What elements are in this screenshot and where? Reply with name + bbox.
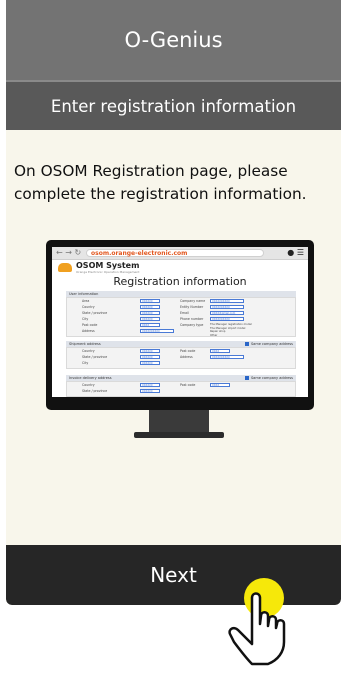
osom-logo	[58, 263, 72, 272]
form-field-value: XXXXXX	[140, 355, 160, 359]
menu-icon: ● ☰	[287, 248, 304, 257]
form-field-value: XXXXXXXXXX	[210, 317, 244, 321]
form-field-label: City	[82, 361, 89, 365]
brand-subtitle: Orange Electronic Operation Management	[76, 270, 140, 274]
next-button-label: Next	[150, 563, 197, 587]
monitor-base	[134, 432, 224, 438]
form-field-value: XXXXXX	[140, 389, 160, 393]
form-field-label: Post code	[180, 349, 196, 353]
form-field-label: Phone number	[180, 317, 204, 321]
form-field-value: XXXXXX	[140, 361, 160, 365]
form-field-label: State / province	[82, 389, 108, 393]
form-field-label: Post code	[82, 323, 98, 327]
form-field-label: Entity Number	[180, 305, 204, 309]
registration-title: Registration information	[113, 275, 247, 288]
form-field-label: Address	[180, 355, 193, 359]
form-field-value: XXXX	[140, 323, 160, 327]
form-field-value: XXXXXX	[140, 317, 160, 321]
form-field-label: City	[82, 317, 89, 321]
form-field-value: XXXX	[210, 349, 230, 353]
brand-name: OSOM System	[76, 261, 140, 270]
step-title: Enter registration information	[50, 96, 297, 116]
monitor-screen: ← → ↻ osom.orange-electronic.com ● ☰ OSO…	[52, 247, 308, 397]
instruction-text: On OSOM Registration page, please comple…	[14, 162, 307, 203]
form-field-label: Email	[180, 311, 189, 315]
pointing-hand-icon	[228, 592, 286, 666]
form-field-value: XXXXXXXXXX	[210, 305, 244, 309]
form-field-value: XXXX	[210, 383, 230, 387]
company-type-option: Other	[210, 333, 218, 337]
form-field-value: XXXXXX	[140, 311, 160, 315]
url-field: osom.orange-electronic.com	[86, 249, 264, 257]
form-field-label: Company type	[180, 323, 204, 327]
form-field-label: Post code	[180, 383, 196, 387]
tutorial-card: O-Genius Enter registration information …	[6, 0, 341, 605]
form-field-label: Country	[82, 383, 95, 387]
form-field-value: XXXXXX	[140, 305, 160, 309]
form-field-value: XXXXXX	[140, 349, 160, 353]
form-section-title: Shipment address	[69, 342, 101, 346]
monitor-illustration: ← → ↻ osom.orange-electronic.com ● ☰ OSO…	[46, 240, 314, 410]
form-field-label: State / province	[82, 355, 108, 359]
form-field-value: XXXXXXXXXX	[210, 355, 244, 359]
browser-bar: ← → ↻ osom.orange-electronic.com ● ☰	[52, 247, 308, 260]
form-field-value: XXXXXX	[140, 299, 160, 303]
app-title-bar: O-Genius	[6, 0, 341, 80]
form-field-label: Address	[82, 329, 95, 333]
form-field-value: XXXX@gmail.com	[210, 311, 244, 315]
form-field-label: Country	[82, 349, 95, 353]
form-field-label: Area	[82, 299, 90, 303]
form-field-label: Country	[82, 305, 95, 309]
form-field-label: Company name	[180, 299, 206, 303]
browser-nav-icon: ← → ↻	[56, 248, 82, 257]
form-field-value: XXXXXX	[140, 383, 160, 387]
form-section-title: Invoice delivery address	[69, 376, 112, 380]
form-field-value: XXXXXXXXXX	[210, 299, 244, 303]
form-field-value: XXXXXXXXXX	[140, 329, 174, 333]
form-field-label: State / province	[82, 311, 108, 315]
form-section-title: User information	[69, 292, 99, 296]
app-title: O-Genius	[124, 28, 223, 52]
step-title-bar: Enter registration information	[6, 80, 341, 130]
